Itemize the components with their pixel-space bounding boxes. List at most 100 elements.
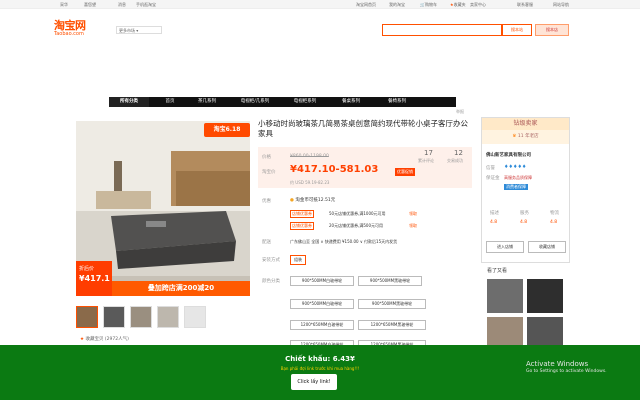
nav-tv-stands-tables[interactable]: 电视柜/几系列 <box>229 97 281 107</box>
thumbnail-3[interactable] <box>130 306 152 328</box>
usd-price: 约 USD 59.19-82.23 <box>290 180 330 185</box>
activation-title: Activate Windows <box>526 360 589 368</box>
product-title: 小移动时尚玻璃茶几简易茶桌创意简约现代带轮小桌子客厅办公家具 <box>258 119 468 138</box>
star-icon: ★ <box>80 337 85 342</box>
favorites-link[interactable]: ★收藏夹 <box>450 2 466 8</box>
sold-count: 12 <box>454 149 463 157</box>
promo-price-label: 淘宝价 <box>262 170 276 175</box>
thumbnail-4[interactable] <box>157 306 179 328</box>
related-item-2[interactable] <box>527 279 563 313</box>
seller-level: 钻级卖家 <box>482 118 569 130</box>
my-taobao-link[interactable]: 我的淘宝 <box>389 2 405 8</box>
review-count[interactable]: 17 <box>424 149 433 157</box>
product-main-image[interactable]: 淘宝6.18 折后价 ¥417.1 叠加跨店满200减20 <box>76 121 250 296</box>
price-label: 价格 <box>262 155 271 160</box>
promo-badge: 淘宝6.18 <box>204 123 250 137</box>
site-nav-link[interactable]: 网站导航 <box>553 2 569 8</box>
login-link[interactable]: 喜您望 <box>84 2 96 8</box>
promo-banner-text: 叠加跨店满200减20 <box>112 281 250 296</box>
related-item-4[interactable] <box>527 317 563 345</box>
enter-shop-button[interactable]: 进入店铺 <box>486 241 524 253</box>
report-link[interactable]: 举报 <box>456 109 464 115</box>
thumbnail-2[interactable] <box>103 306 125 328</box>
coupon-claim-1[interactable]: 领取 <box>409 211 417 217</box>
chevron-down-icon: ▾ <box>136 28 139 33</box>
color-option-2[interactable]: 900*500MM黑玻带轮 <box>358 276 422 286</box>
shop-age: ♛ 11 年老店 <box>482 130 569 144</box>
service-label: 服务 <box>520 211 529 216</box>
sold-label: 交易成功 <box>447 158 463 163</box>
cart-link[interactable]: 🛒购物车 <box>420 2 437 8</box>
coupon-claim-2[interactable]: 领取 <box>409 223 417 229</box>
install-option[interactable]: 组装 <box>290 255 306 265</box>
category-nav: 所有分类 首页 茶几系列 电视柜/几系列 电视柜系列 餐桌系列 餐椅系列 <box>109 97 456 107</box>
coupon-text-2: 20元店铺优惠券,满500元可用 <box>329 223 383 228</box>
color-option-6[interactable]: 1200*650MM黑玻带轮 <box>358 320 426 330</box>
nav-home[interactable]: 首页 <box>155 97 185 107</box>
home-link[interactable]: 淘宝网首页 <box>356 2 376 8</box>
credit-label: 信誉 <box>486 166 495 171</box>
region-link[interactable]: 采华 <box>60 2 68 8</box>
shop-info-panel: 钻级卖家 ♛ 11 年老店 佛山新艺家具有限公司 信誉 ♦♦♦♦♦ 保证金 高服… <box>481 117 570 263</box>
price-box: 价格 ¥860.00-1198.00 淘宝价 ¥417.10-581.03 优惠… <box>258 147 472 188</box>
logistics-score: 4.8 <box>550 220 558 225</box>
color-option-1[interactable]: 900*500MM白玻带轮 <box>290 276 354 286</box>
search-shop-button[interactable]: 搜本店 <box>535 24 569 36</box>
related-item-3[interactable] <box>487 317 523 345</box>
shop-name[interactable]: 佛山新艺家具有限公司 <box>486 152 531 158</box>
diamond-icon: ♦♦♦♦♦ <box>504 164 527 170</box>
related-item-1[interactable] <box>487 279 523 313</box>
search-input[interactable] <box>382 24 502 36</box>
logo-subtext: Taobao.com <box>54 31 84 37</box>
coupon-text-1: 50元店铺优惠券,满1000元可用 <box>329 211 386 216</box>
desc-label: 描述 <box>490 211 499 216</box>
coupon-label: 优惠 <box>262 199 271 204</box>
color-option-5[interactable]: 1200*650MM白玻带轮 <box>290 320 354 330</box>
favorite-count[interactable]: ★ 收藏宝贝 (2972人气) <box>80 336 129 342</box>
mobile-link[interactable]: 手机逛淘宝 <box>136 2 156 8</box>
color-option-3[interactable]: 900*500MM白玻带轮 <box>290 299 354 309</box>
crown-icon: ♛ <box>512 134 517 139</box>
install-label: 安装方式 <box>262 258 280 263</box>
seller-center-link[interactable]: 卖家中心 <box>470 2 486 8</box>
collect-shop-button[interactable]: 收藏店铺 <box>528 241 566 253</box>
thumbnail-1[interactable] <box>76 306 98 328</box>
review-label: 累计评论 <box>418 158 434 163</box>
taobao-logo[interactable]: 淘宝网 Taobao.com <box>54 20 86 37</box>
top-bar: 采华 喜您望 消息 手机逛淘宝 淘宝网首页 我的淘宝 🛒购物车 ★收藏夹 卖家中… <box>0 0 640 9</box>
nav-tv-stands[interactable]: 电视柜系列 <box>285 97 325 107</box>
activation-subtitle: Go to Settings to activate Windows. <box>526 369 607 374</box>
promo-price: ¥417.10-581.03 <box>290 164 379 175</box>
after-price-box: 折后价 ¥417.1 <box>76 261 112 296</box>
thumbnail-5[interactable] <box>184 306 206 328</box>
nav-dining-chairs[interactable]: 餐椅系列 <box>377 97 417 107</box>
nav-all-categories[interactable]: 所有分类 <box>109 97 149 107</box>
related-header: 看了又看 <box>487 268 508 274</box>
logistics-label: 物流 <box>550 211 559 216</box>
coupon-tag-1: 店铺优惠券 <box>290 210 314 218</box>
nav-tea-tables[interactable]: 茶几系列 <box>189 97 225 107</box>
search-site-button[interactable]: 搜本站 <box>502 24 532 36</box>
messages-link[interactable]: 消息 <box>118 2 126 8</box>
nav-dining-tables[interactable]: 餐桌系列 <box>331 97 371 107</box>
after-price-value: ¥417.1 <box>79 274 110 283</box>
color-label: 颜色分类 <box>262 279 280 284</box>
color-option-4[interactable]: 900*500MM黑玻带轮 <box>358 299 426 309</box>
desc-score: 4.8 <box>490 220 498 225</box>
market-dropdown[interactable]: 更多市场 ▾ <box>116 26 162 34</box>
contact-link[interactable]: 联系客服 <box>517 2 533 8</box>
after-price-label: 折后价 <box>79 266 95 272</box>
deposit-text: 高服务品质保障 <box>504 175 532 180</box>
ship-label: 配送 <box>262 240 271 245</box>
ship-text[interactable]: 广东佛山至 全国 ∨ 快递费用 ¥150.00 ∨ 付款后15天内发货 <box>290 239 397 245</box>
coin-coupon: ● 淘金币可抵12.51元 <box>290 198 336 203</box>
guarantee-badge: 消费者保障 <box>504 184 528 190</box>
service-score: 4.8 <box>520 220 528 225</box>
related-products: 看了又看 <box>481 265 570 345</box>
coupon-tag-2: 店铺优惠券 <box>290 222 314 230</box>
deposit-label: 保证金 <box>486 176 500 181</box>
promo-tag: 优惠促销 <box>395 168 415 176</box>
windows-activation-watermark: Activate Windows Go to Settings to activ… <box>526 360 607 374</box>
get-link-button[interactable]: Click lấy link! <box>291 374 337 390</box>
coin-icon: ● <box>290 198 294 203</box>
